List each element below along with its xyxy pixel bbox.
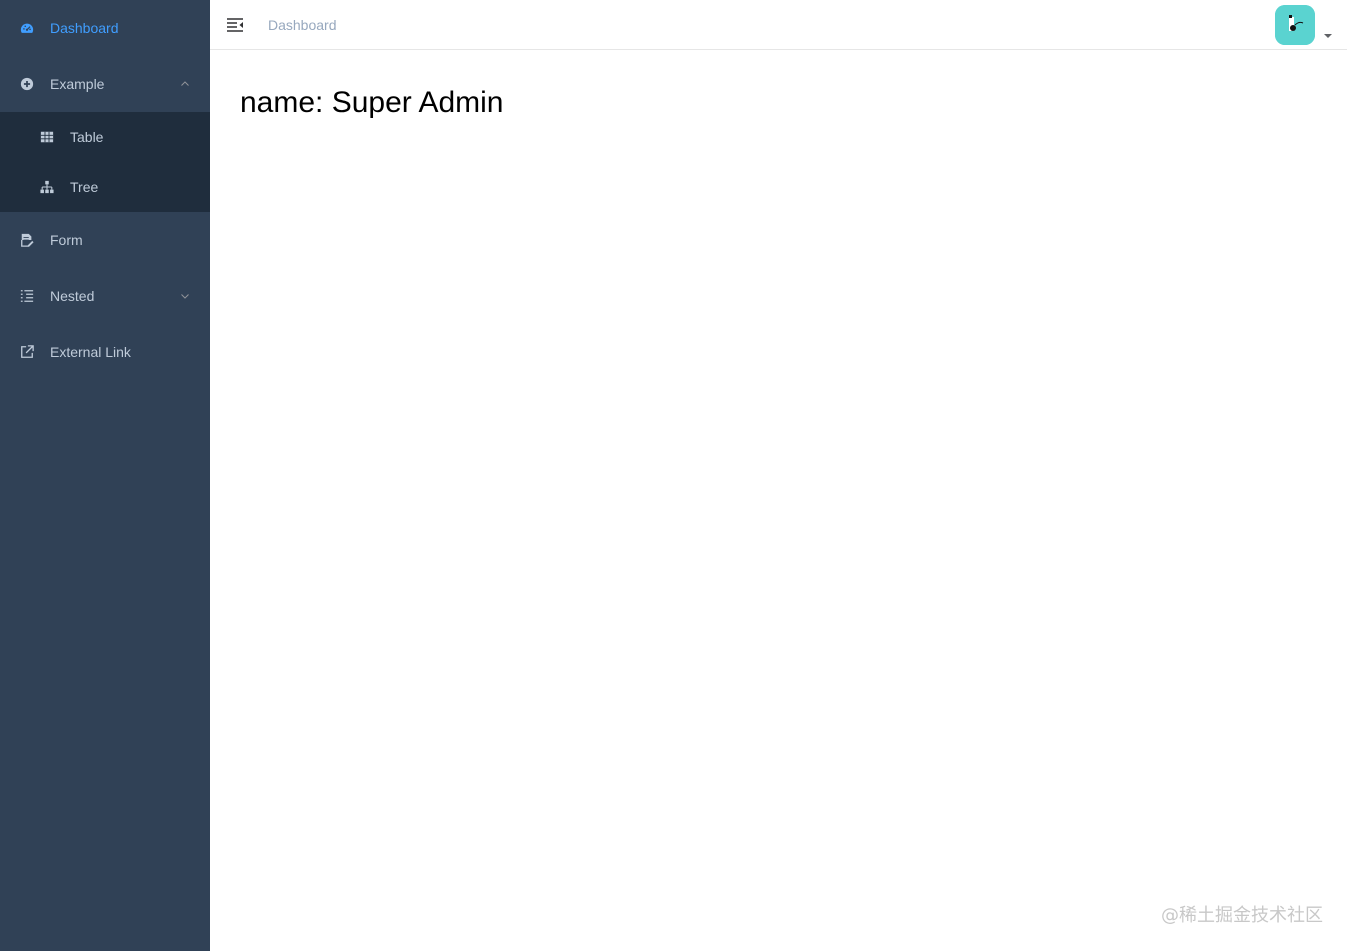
- dashboard-text: name: Super Admin: [240, 86, 504, 119]
- user-dropdown[interactable]: [1275, 5, 1335, 45]
- sidebar-item-nested[interactable]: Nested: [0, 268, 210, 324]
- sidebar-item-dashboard[interactable]: Dashboard: [0, 0, 210, 56]
- plus-circle-icon: [20, 77, 34, 91]
- avatar[interactable]: [1275, 5, 1315, 45]
- external-link-icon: [20, 345, 34, 359]
- sidebar-item-label: Dashboard: [50, 20, 119, 36]
- sidebar-item-form[interactable]: Form: [0, 212, 210, 268]
- sidebar-item-external-link[interactable]: External Link: [0, 324, 210, 380]
- chevron-down-icon: [180, 291, 190, 301]
- hamburger-icon[interactable]: [226, 16, 244, 34]
- dashboard-icon: [20, 21, 34, 35]
- sidebar-item-label: Form: [50, 232, 83, 248]
- sidebar-item-label: Tree: [70, 179, 99, 195]
- submenu-example: Table Tree: [0, 112, 210, 212]
- sidebar-item-example[interactable]: Example: [0, 56, 210, 112]
- nested-icon: [20, 289, 34, 303]
- sidebar-item-tree[interactable]: Tree: [0, 162, 210, 212]
- sidebar-item-label: External Link: [50, 344, 131, 360]
- tree-icon: [40, 180, 54, 194]
- table-icon: [40, 130, 54, 144]
- sidebar-item-label: Table: [70, 129, 104, 145]
- form-icon: [20, 233, 34, 247]
- watermark: @稀土掘金技术社区: [1161, 905, 1323, 926]
- breadcrumb: Dashboard: [268, 17, 337, 33]
- navbar: Dashboard: [210, 0, 1347, 50]
- sidebar-item-label: Nested: [50, 288, 95, 304]
- sidebar: Dashboard Example Table Tree Form Nested…: [0, 0, 210, 951]
- chevron-up-icon: [180, 79, 190, 89]
- sidebar-item-label: Example: [50, 76, 105, 92]
- sidebar-item-table[interactable]: Table: [0, 112, 210, 162]
- caret-down-icon[interactable]: [1323, 32, 1333, 40]
- main-content: name: Super Admin @稀土掘金技术社区: [210, 50, 1347, 951]
